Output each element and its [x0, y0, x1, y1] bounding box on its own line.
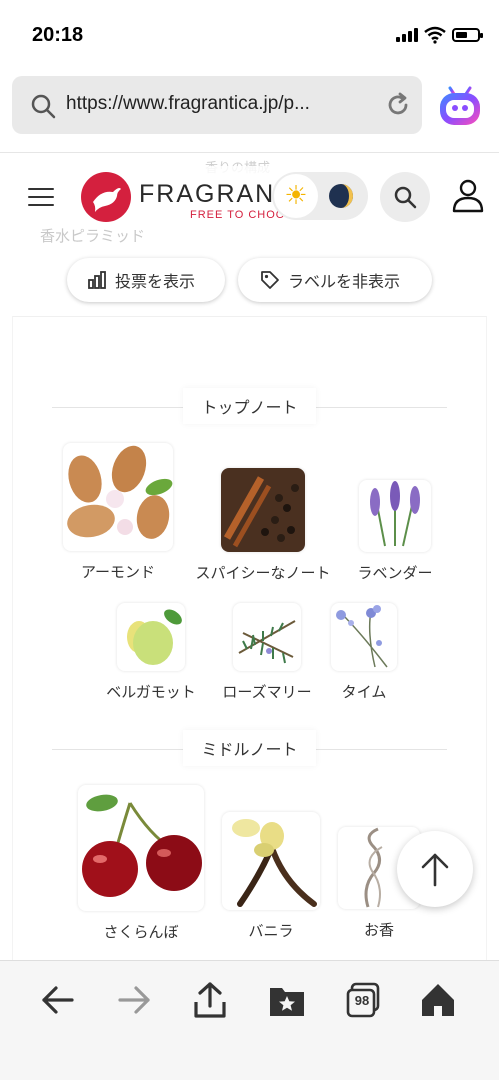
battery-icon — [452, 28, 483, 42]
url-text[interactable]: https://www.fragrantica.jp/p... — [66, 93, 310, 115]
note-label: ベルガモット — [106, 683, 196, 701]
site-search-button[interactable] — [380, 172, 430, 222]
logo-bird-icon[interactable] — [81, 172, 131, 222]
moon-icon[interactable] — [327, 182, 355, 210]
scroll-to-top-button[interactable] — [397, 831, 473, 907]
note-label: ローズマリー — [222, 683, 312, 701]
hide-labels-label: ラベルを非表示 — [288, 272, 401, 291]
note-label: さくらんぼ — [103, 923, 179, 941]
theme-toggle[interactable]: ☀ — [272, 172, 368, 220]
show-votes-label: 投票を表示 — [115, 272, 196, 291]
forward-arrow-icon[interactable] — [116, 980, 152, 1020]
bergamot-image — [117, 603, 185, 671]
note-bergamot[interactable]: ベルガモット — [98, 603, 204, 702]
note-cherry[interactable]: さくらんぼ — [72, 785, 210, 942]
search-icon — [394, 186, 417, 209]
wifi-icon — [424, 26, 446, 44]
cherry-image — [78, 785, 204, 911]
almond-image — [63, 443, 173, 551]
note-label: タイム — [341, 683, 387, 701]
divider — [0, 152, 499, 153]
middle-notes-heading: ミドルノート — [0, 730, 499, 766]
search-icon — [31, 94, 56, 119]
tab-count[interactable]: 98 — [349, 990, 375, 1012]
note-label: アーモンド — [80, 563, 156, 581]
note-label: ラベンダー — [357, 564, 433, 582]
top-notes-heading: トップノート — [0, 388, 499, 424]
note-thyme[interactable]: タイム — [326, 603, 402, 702]
cellular-signal-icon — [396, 28, 418, 42]
note-almond[interactable]: アーモンド — [58, 443, 178, 582]
vanilla-image — [222, 812, 320, 910]
home-icon[interactable] — [420, 980, 456, 1020]
top-notes-title: トップノート — [183, 388, 316, 424]
share-icon[interactable] — [192, 980, 228, 1020]
bar-chart-icon — [88, 271, 106, 289]
show-votes-button[interactable]: 投票を表示 — [67, 258, 225, 302]
address-bar[interactable]: https://www.fragrantica.jp/p... — [12, 76, 422, 134]
note-label: お香 — [363, 921, 394, 939]
middle-notes-title: ミドルノート — [183, 730, 316, 766]
user-account-icon[interactable] — [450, 178, 486, 214]
spicy-notes-image — [221, 468, 305, 552]
reload-icon[interactable] — [384, 91, 412, 119]
status-time: 20:18 — [32, 24, 84, 46]
bookmarks-icon[interactable] — [268, 980, 306, 1020]
back-arrow-icon[interactable] — [40, 980, 76, 1020]
note-label: スパイシーなノート — [195, 564, 331, 582]
note-label: バニラ — [248, 922, 294, 940]
browser-toolbar — [0, 960, 499, 1080]
hide-labels-button[interactable]: ラベルを非表示 — [238, 258, 432, 302]
note-vanilla[interactable]: バニラ — [218, 812, 324, 941]
status-bar: 20:18 — [0, 0, 499, 70]
assistant-bot-icon[interactable] — [436, 82, 484, 130]
pyramid-label-faint: 香水ピラミッド — [40, 227, 146, 245]
menu-icon[interactable] — [28, 188, 54, 212]
lavender-image — [359, 480, 431, 552]
note-spicy[interactable]: スパイシーなノート — [188, 468, 338, 583]
note-lavender[interactable]: ラベンダー — [350, 480, 440, 583]
rosemary-image — [233, 603, 301, 671]
sun-icon[interactable]: ☀ — [274, 174, 318, 218]
note-rosemary[interactable]: ローズマリー — [214, 603, 320, 702]
thyme-image — [331, 603, 397, 671]
tag-icon — [261, 271, 279, 289]
arrow-up-icon — [421, 853, 449, 887]
